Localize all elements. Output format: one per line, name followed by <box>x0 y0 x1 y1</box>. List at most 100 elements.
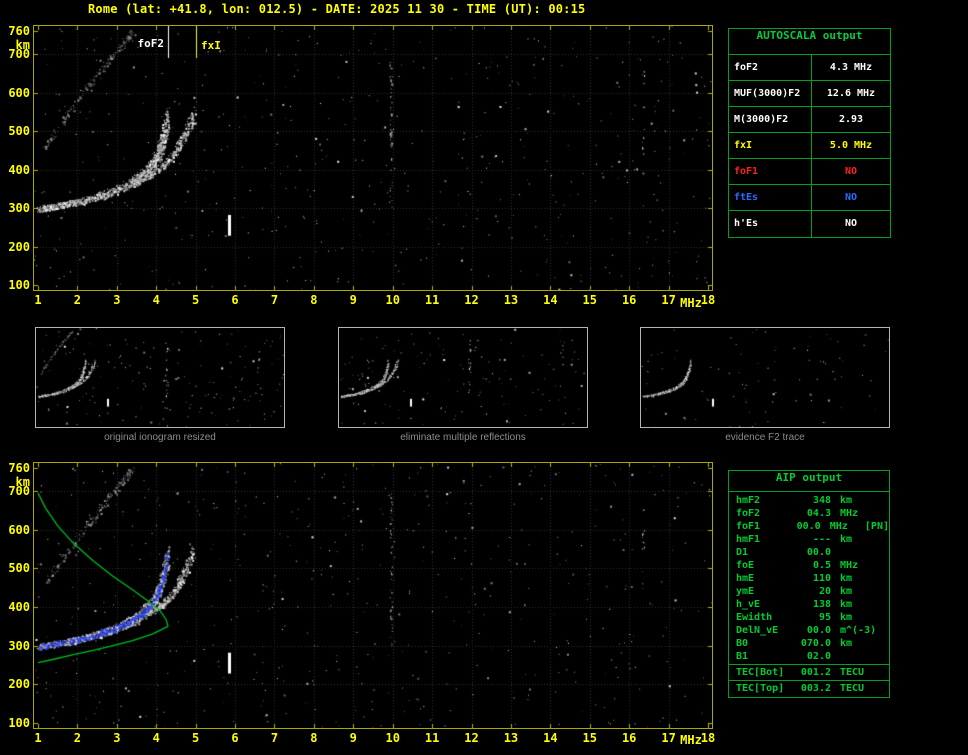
aip-cell: MHz <box>840 560 859 571</box>
x-axis-tick-label: 2 <box>73 293 82 307</box>
aip-cell: 95 <box>818 612 831 623</box>
aip-table-row: h_vE 138 km <box>729 599 889 612</box>
aip-cell: hmF1 <box>736 534 761 545</box>
aip-cell <box>831 651 875 664</box>
autoscala-output-panel: AUTOSCALA output foF2 4.3 MHz MUF(3000)F2 1… <box>728 28 891 238</box>
x-axis-tick-label: 2 <box>73 731 82 745</box>
y-axis-tick-label: 200 <box>8 677 30 692</box>
autoscala-table-row: h'Es NO <box>729 211 890 237</box>
y-axis-tick-label: 760 <box>8 461 30 475</box>
aip-table-row: D1 00.0 <box>729 547 889 560</box>
x-axis-tick-label: 16 <box>621 293 637 307</box>
x-axis-tick-label: 8 <box>310 731 318 745</box>
aip-cell <box>875 573 879 586</box>
x-axis-tick-label: 6 <box>231 731 239 745</box>
aip-tec-row: TEC[Top] 003.2 TECU <box>729 680 889 696</box>
x-axis-tick-label: 10 <box>385 731 400 745</box>
x-axis-tick-label: 12 <box>464 293 479 307</box>
aip-cell: D1 <box>736 547 749 558</box>
autoscala-parameter-value: NO <box>844 192 858 203</box>
ionogram-main-plot <box>33 25 713 291</box>
aip-table-rows: hmF2 348 km foF2 04.3 MHz foF1 00.0 MHz [PN] hmF1 -… <box>729 495 889 696</box>
y-axis-tick-label: 400 <box>8 600 30 615</box>
autoscala-parameter-label: h'Es <box>729 211 812 237</box>
autoscala-parameter-label: foF1 <box>729 159 812 184</box>
y-axis-tick-label: 200 <box>8 239 30 254</box>
y-axis-unit-label: km <box>15 38 30 52</box>
aip-table-row: hmF1 --- km <box>729 534 889 547</box>
aip-table-row: hmF2 348 km <box>729 495 889 508</box>
aip-table-row: B0 070.0 km <box>729 638 889 651</box>
thumbnail-f2-trace <box>640 327 890 428</box>
autoscala-parameter-value: 4.3 MHz <box>829 62 873 73</box>
y-axis-tick-label: 100 <box>8 716 30 730</box>
aip-table-row: foE 0.5 MHz <box>729 560 889 573</box>
aip-table-row: foF1 00.0 MHz [PN] <box>729 521 889 534</box>
aip-cell <box>875 612 879 625</box>
aip-cell: foE <box>736 560 755 571</box>
x-axis-tick-label: 8 <box>310 293 318 307</box>
x-axis-tick-label: 5 <box>192 731 200 745</box>
x-axis-tick-label: 13 <box>503 293 519 307</box>
aip-cell: km <box>840 638 853 649</box>
aip-cell: 348 <box>812 495 831 506</box>
aip-cell: hmE <box>736 573 755 584</box>
y-axis-tick-label: 760 <box>8 24 30 38</box>
aip-cell: 00.0 <box>806 547 831 558</box>
aip-cell: B0 <box>736 638 749 649</box>
x-axis-tick-label: 10 <box>385 293 400 307</box>
aip-cell: 04.3 <box>806 508 831 519</box>
aip-cell: 138 <box>812 599 831 610</box>
autoscala-app-screen: Rome (lat: +41.8, lon: 012.5) - DATE: 20… <box>0 0 968 755</box>
y-axis-tick-label: 600 <box>8 85 30 100</box>
x-axis-unit-label: MHz <box>680 296 702 310</box>
aip-table-row: hmE 110 km <box>729 573 889 586</box>
autoscala-table-row: foF1 NO <box>729 159 890 185</box>
thumbnail-caption: original ionogram resized <box>104 432 216 443</box>
aip-cell: TECU <box>840 683 865 694</box>
autoscala-parameter-value: NO <box>844 218 858 229</box>
aip-cell: TEC[Top] <box>736 683 785 694</box>
aip-cell: m^(-3) <box>840 625 877 636</box>
aip-output-panel: AIP output hmF2 348 km foF2 04.3 MHz foF1 00.0 M… <box>728 470 890 698</box>
aip-cell: 001.2 <box>800 667 831 678</box>
x-axis-tick-label: 1 <box>34 293 42 307</box>
thumbnail-caption: evidence F2 trace <box>725 432 805 443</box>
autoscala-parameter-value: 5.0 MHz <box>829 140 873 151</box>
aip-cell <box>831 547 875 560</box>
thumbnail-no-multiples <box>338 327 588 428</box>
x-axis-tick-label: 11 <box>424 731 440 745</box>
aip-cell: MHz <box>840 508 859 519</box>
x-axis-unit-label: MHz <box>680 733 702 747</box>
ionogram-profile-plot <box>33 462 713 729</box>
y-axis-tick-label: 300 <box>8 638 30 653</box>
ionogram-main-canvas <box>34 26 712 290</box>
aip-cell: ymE <box>736 586 755 597</box>
aip-cell: 20 <box>818 586 831 597</box>
x-axis-tick-label: 7 <box>270 731 279 745</box>
x-axis-tick-label: 1 <box>34 731 42 745</box>
aip-cell <box>875 638 879 651</box>
autoscala-parameter-label: fxI <box>729 133 812 158</box>
autoscala-parameter-label: ftEs <box>729 185 812 210</box>
autoscala-parameter-value: 12.6 MHz <box>826 88 876 99</box>
autoscala-table-row: fxI 5.0 MHz <box>729 133 890 159</box>
x-axis-tick-label: 14 <box>543 293 558 307</box>
ionogram-profile-canvas <box>34 463 712 728</box>
autoscala-parameter-label: MUF(3000)F2 <box>729 81 812 106</box>
autoscala-table-rows: foF2 4.3 MHz MUF(3000)F2 12.6 MHz M(3000)F2 2… <box>729 55 890 237</box>
aip-cell: 003.2 <box>800 683 831 694</box>
x-axis-tick-label: 11 <box>424 293 440 307</box>
x-axis-tick-label: 13 <box>503 731 519 745</box>
x-axis-tick-label: 5 <box>192 293 200 307</box>
autoscala-panel-title: AUTOSCALA output <box>729 29 890 55</box>
aip-cell: DelN_vE <box>736 625 779 636</box>
aip-cell: B1 <box>736 651 749 662</box>
aip-cell: MHz <box>829 521 848 532</box>
aip-cell: --- <box>812 534 831 545</box>
autoscala-table-row: MUF(3000)F2 12.6 MHz <box>729 81 890 107</box>
thumbnail-f2-trace-canvas <box>641 328 889 427</box>
page-title: Rome (lat: +41.8, lon: 012.5) - DATE: 20… <box>88 2 586 16</box>
autoscala-table-row: foF2 4.3 MHz <box>729 55 890 81</box>
aip-cell: 110 <box>812 573 831 584</box>
